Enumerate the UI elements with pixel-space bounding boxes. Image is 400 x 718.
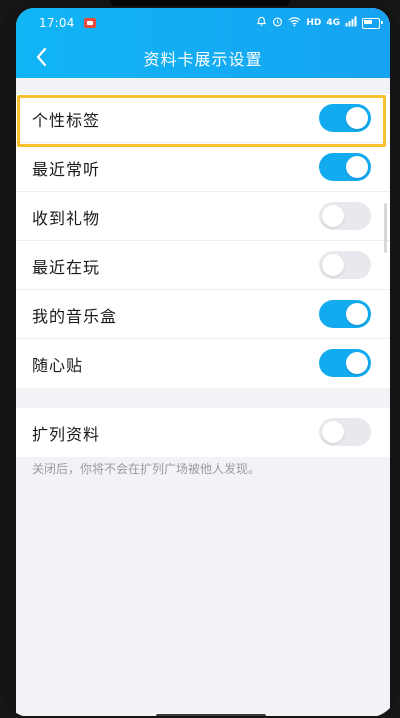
clock-icon	[272, 16, 283, 31]
toggle-knob	[346, 107, 368, 129]
recently-played-toggle[interactable]	[319, 251, 371, 279]
status-bar: 17:04 HD 4G	[16, 8, 390, 36]
toggle-knob	[346, 352, 368, 374]
setting-row-music-box: 我的音乐盒	[16, 290, 390, 339]
battery-icon	[362, 17, 383, 29]
phone-notch	[110, 0, 290, 6]
gifts-received-toggle[interactable]	[319, 202, 371, 230]
alarm-icon	[256, 16, 267, 31]
phone-frame: 17:04 HD 4G 资料卡展示设置 个性标签 最近常听 收到礼物 最近在玩 …	[0, 0, 400, 718]
setting-row-personal-tags: 个性标签	[16, 94, 390, 143]
setting-label: 最近常听	[32, 160, 101, 179]
setting-row-extended-profile: 扩列资料	[16, 408, 390, 457]
sticky-notes-toggle[interactable]	[319, 349, 371, 377]
signal-icon	[345, 16, 357, 31]
network-type-label: HD	[306, 18, 322, 28]
app-header: 17:04 HD 4G 资料卡展示设置	[16, 8, 390, 78]
setting-label: 我的音乐盒	[32, 307, 118, 326]
setting-row-recently-played: 最近在玩	[16, 241, 390, 290]
wifi-icon	[288, 16, 301, 31]
extended-profile-note: 关闭后，你将不会在扩列广场被他人发现。	[32, 462, 261, 476]
setting-label: 收到礼物	[32, 209, 101, 228]
app-screen: 17:04 HD 4G 资料卡展示设置 个性标签 最近常听 收到礼物 最近在玩 …	[16, 8, 390, 716]
scrollbar-thumb[interactable]	[384, 203, 387, 253]
extended-settings-list: 扩列资料	[16, 408, 390, 457]
setting-label: 最近在玩	[32, 258, 101, 277]
setting-label: 扩列资料	[32, 425, 101, 444]
signal-type-label: 4G	[326, 18, 340, 28]
setting-label: 个性标签	[32, 111, 101, 130]
personal-tags-toggle[interactable]	[319, 104, 371, 132]
toggle-knob	[346, 156, 368, 178]
toggle-knob	[322, 254, 344, 276]
home-indicator[interactable]	[156, 714, 266, 716]
setting-row-recently-listened: 最近常听	[16, 143, 390, 192]
setting-row-sticky-notes: 随心贴	[16, 339, 390, 388]
recently-listened-toggle[interactable]	[319, 153, 371, 181]
music-box-toggle[interactable]	[319, 300, 371, 328]
status-time: 17:04	[39, 16, 75, 30]
display-settings-list: 个性标签 最近常听 收到礼物 最近在玩 我的音乐盒 随心贴	[16, 94, 390, 388]
screen-record-icon	[84, 18, 96, 28]
status-icons: HD 4G	[256, 16, 383, 31]
nav-bar: 资料卡展示设置	[16, 38, 390, 78]
setting-label: 随心贴	[32, 356, 84, 375]
setting-row-gifts-received: 收到礼物	[16, 192, 390, 241]
toggle-knob	[346, 303, 368, 325]
toggle-knob	[322, 205, 344, 227]
page-title: 资料卡展示设置	[143, 50, 263, 69]
toggle-knob	[322, 421, 344, 443]
extended-profile-toggle[interactable]	[319, 418, 371, 446]
